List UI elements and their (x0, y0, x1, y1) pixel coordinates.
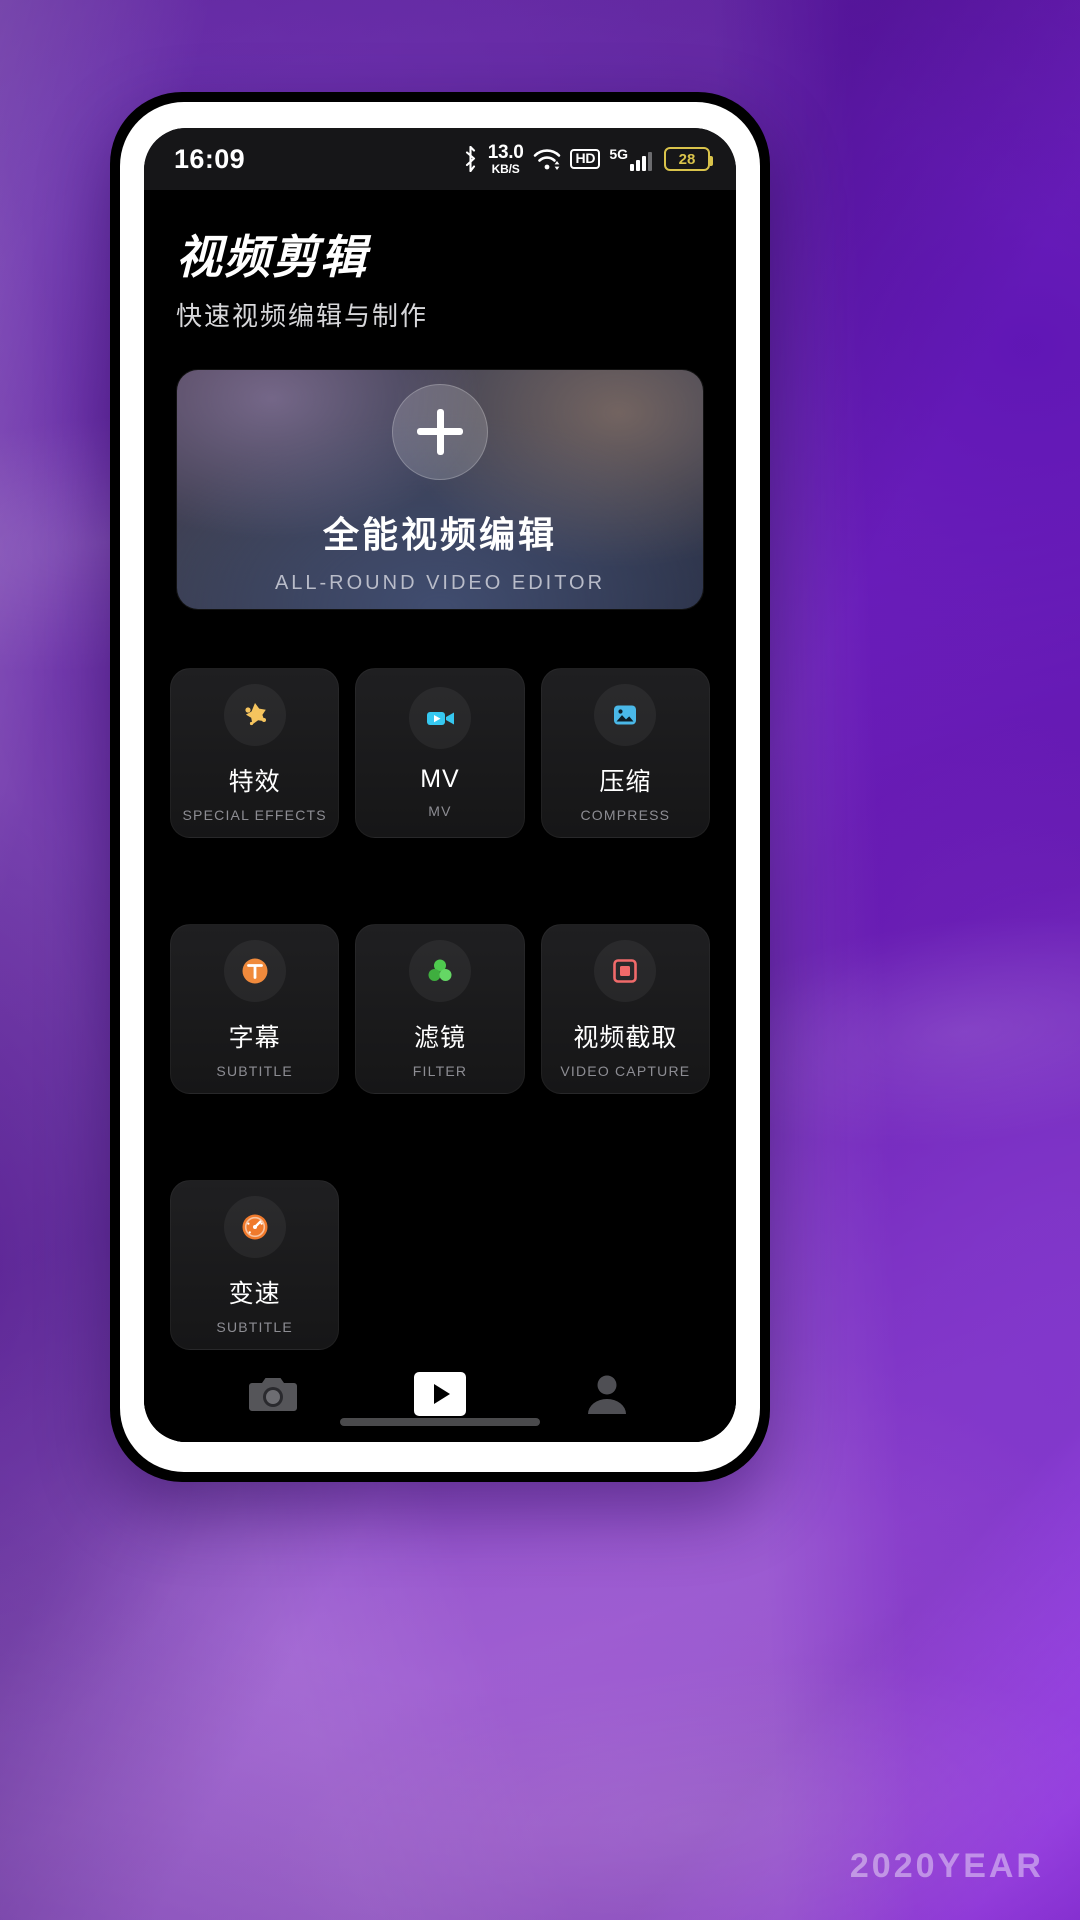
color-drops-icon (408, 939, 471, 1002)
watermark-text: 2020YEAR (849, 1847, 1044, 1885)
hero-subtitle: ALL-ROUND VIDEO EDITOR (274, 571, 606, 594)
tab-camera[interactable] (229, 1365, 317, 1427)
bottom-tab-bar (144, 1350, 736, 1442)
feature-label-en: SPECIAL EFFECTS (182, 806, 327, 823)
feature-label-cn: 压缩 (599, 767, 652, 796)
feature-label-en: SUBTITLE (216, 1318, 293, 1335)
bluetooth-icon (462, 146, 479, 172)
hero-content: 全能视频编辑 ALL-ROUND VIDEO EDITOR (274, 383, 606, 595)
feature-label-cn: 字幕 (228, 1023, 281, 1052)
wifi-icon (533, 147, 561, 171)
page-title: 视频剪辑 (176, 231, 368, 283)
feature-card-video-capture[interactable]: 视频截取 VIDEO CAPTURE (540, 924, 710, 1094)
status-bar: 16:09 13.0 KB/S HD 5G 28 (144, 128, 736, 190)
sparkle-splat-icon (223, 683, 286, 746)
feature-label-cn: 特效 (228, 767, 281, 796)
network-type-label: 5G (609, 145, 628, 162)
hero-create-card[interactable]: 全能视频编辑 ALL-ROUND VIDEO EDITOR (176, 368, 704, 610)
network-speed-value: 13.0 (487, 142, 524, 163)
crop-frame-icon (594, 939, 657, 1002)
feature-label-cn: MV (420, 765, 460, 793)
feature-label-cn: 变速 (228, 1279, 281, 1308)
camera-icon (248, 1373, 298, 1420)
network-speed-unit: KB/S (491, 162, 520, 176)
app-content: 视频剪辑 快速视频编辑与制作 全能视频编辑 ALL-ROUND VIDEO ED… (144, 190, 736, 1442)
hero-title: 全能视频编辑 (322, 513, 557, 555)
battery-level-text: 28 (678, 150, 696, 168)
feature-label-cn: 滤镜 (413, 1023, 466, 1052)
status-clock: 16:09 (174, 143, 246, 174)
feature-label-cn: 视频截取 (573, 1023, 678, 1052)
speedometer-icon (223, 1195, 286, 1258)
app-header: 视频剪辑 快速视频编辑与制作 (144, 190, 736, 333)
feature-label-en: SUBTITLE (216, 1062, 293, 1079)
tab-profile[interactable] (563, 1365, 651, 1427)
feature-card-mv[interactable]: MV MV (355, 668, 525, 838)
status-icons: 13.0 KB/S HD 5G 28 (462, 143, 713, 175)
phone-mockup: 16:09 13.0 KB/S HD 5G 28 视频剪辑 快速视频编辑与制作 … (110, 92, 770, 1482)
feature-label-en: COMPRESS (580, 806, 671, 823)
feature-card-subtitle[interactable]: 字幕 SUBTITLE (170, 924, 340, 1094)
profile-icon (582, 1372, 632, 1421)
network-speed: 13.0 KB/S (488, 143, 524, 175)
feature-card-speed[interactable]: 变速 SUBTITLE (170, 1180, 340, 1350)
image-compress-icon (594, 683, 657, 746)
feature-card-compress[interactable]: 压缩 COMPRESS (540, 668, 710, 838)
signal-bars-icon (630, 151, 652, 171)
phone-bezel: 16:09 13.0 KB/S HD 5G 28 视频剪辑 快速视频编辑与制作 … (120, 102, 760, 1472)
phone-screen: 16:09 13.0 KB/S HD 5G 28 视频剪辑 快速视频编辑与制作 … (144, 128, 736, 1442)
feature-label-en: MV (428, 803, 452, 819)
feature-label-en: VIDEO CAPTURE (560, 1062, 691, 1079)
mobile-network-indicator: 5G (609, 145, 652, 171)
battery-icon: 28 (664, 147, 713, 171)
feature-grid: 特效 SPECIAL EFFECTS MV MV 压缩 COMPRESS 字幕 … (170, 668, 710, 1350)
play-icon (412, 1370, 468, 1423)
hd-badge: HD (570, 149, 601, 169)
feature-label-en: FILTER (412, 1062, 468, 1079)
page-subtitle: 快速视频编辑与制作 (176, 300, 429, 331)
home-indicator (340, 1418, 540, 1426)
feature-card-filter[interactable]: 滤镜 FILTER (355, 924, 525, 1094)
video-camera-icon (408, 687, 471, 749)
plus-icon[interactable] (392, 383, 488, 480)
feature-card-special-effects[interactable]: 特效 SPECIAL EFFECTS (170, 668, 340, 838)
text-circle-icon (223, 939, 286, 1002)
